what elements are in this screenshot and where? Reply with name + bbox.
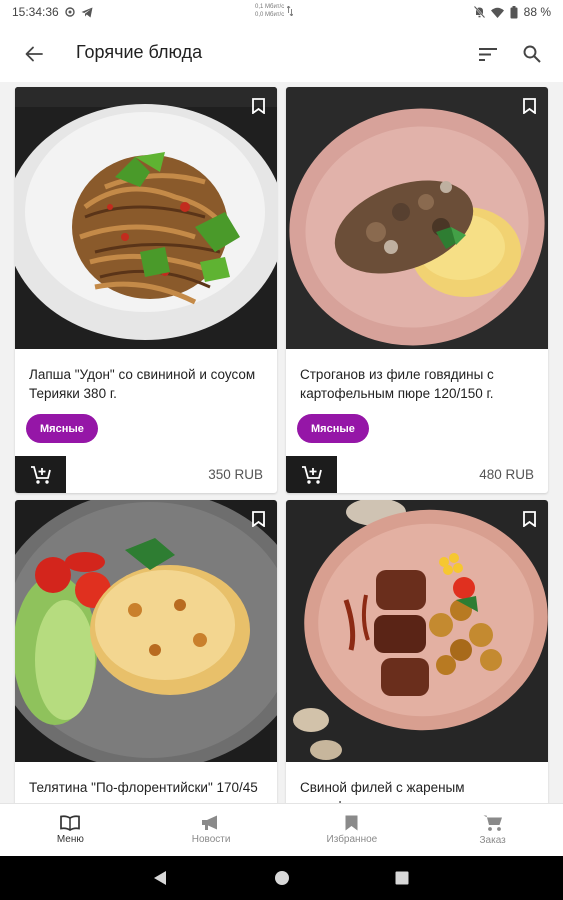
system-recents-button[interactable]	[392, 868, 412, 888]
product-title: Строганов из филе говядины с картофельны…	[300, 367, 494, 401]
bookmark-button[interactable]	[247, 508, 269, 530]
bookmark-icon	[522, 98, 536, 114]
wifi-icon	[490, 7, 504, 18]
telegram-icon	[81, 7, 93, 18]
product-image	[286, 500, 548, 762]
bookmark-icon	[251, 98, 265, 114]
system-navigation-bar	[0, 856, 563, 900]
bookmark-icon	[251, 511, 265, 527]
product-price: 480 RUB	[479, 467, 534, 482]
add-cart-icon	[301, 465, 322, 484]
sort-icon	[479, 47, 497, 61]
nav-order[interactable]: Заказ	[422, 804, 563, 856]
product-image	[15, 500, 277, 762]
status-bar: 15:34:36 0,1 Мбит/с 0,0 Мбит/с 88 %	[0, 0, 563, 24]
category-tag[interactable]: Мясные	[297, 414, 369, 443]
triangle-back-icon	[154, 871, 166, 885]
nav-label: Меню	[56, 834, 84, 845]
bookmark-button[interactable]	[518, 95, 540, 117]
circle-home-icon	[275, 871, 289, 885]
product-card[interactable]: Строганов из филе говядины с картофельны…	[286, 87, 548, 493]
nav-label: Новости	[191, 834, 231, 845]
sort-button[interactable]	[474, 40, 502, 68]
product-title: Лапша "Удон" со свининой и соусом Терияк…	[29, 367, 256, 401]
nav-label: Избранное	[326, 834, 378, 845]
add-to-cart-button[interactable]	[15, 456, 66, 493]
product-title: Телятина "По-флорентийски" 170/45 г.	[29, 780, 258, 803]
arrow-back-icon	[25, 46, 43, 62]
net-speed-up: 0,1 Мбит/с	[255, 4, 285, 10]
system-back-button[interactable]	[150, 868, 170, 888]
bottom-navigation: Меню Новости Избранное Заказ	[0, 803, 563, 856]
status-right: 88 %	[473, 5, 551, 19]
product-image	[15, 87, 277, 349]
search-icon	[523, 45, 541, 63]
add-cart-icon	[30, 465, 51, 484]
megaphone-icon	[202, 815, 218, 830]
book-icon	[60, 815, 81, 831]
app-bar: Горячие блюда	[0, 24, 563, 82]
net-speed-down: 0,0 Мбит/с	[255, 12, 285, 18]
nav-news[interactable]: Новости	[141, 804, 282, 856]
back-button[interactable]	[20, 40, 48, 68]
product-card[interactable]: Лапша "Удон" со свининой и соусом Терияк…	[15, 87, 277, 493]
product-title: Свиной филей с жареным картофелем	[300, 780, 465, 803]
network-speed: 0,1 Мбит/с 0,0 Мбит/с	[255, 3, 294, 19]
status-time: 15:34:36	[12, 5, 59, 19]
product-price: 350 RUB	[208, 467, 263, 482]
bookmark-icon	[345, 815, 358, 831]
product-image	[286, 87, 548, 349]
nav-menu[interactable]: Меню	[0, 804, 141, 856]
mute-icon	[473, 6, 485, 18]
add-to-cart-button[interactable]	[286, 456, 337, 493]
battery-level: 88 %	[523, 5, 551, 19]
search-button[interactable]	[518, 40, 546, 68]
product-card[interactable]: Свиной филей с жареным картофелем	[286, 500, 548, 803]
nav-favorites[interactable]: Избранное	[282, 804, 423, 856]
cart-icon	[483, 815, 502, 831]
bookmark-icon	[522, 511, 536, 527]
target-icon	[65, 7, 75, 17]
product-grid: Лапша "Удон" со свининой и соусом Терияк…	[0, 82, 563, 803]
bookmark-button[interactable]	[247, 95, 269, 117]
system-home-button[interactable]	[272, 868, 292, 888]
status-left: 15:34:36	[12, 5, 93, 19]
nav-label: Заказ	[479, 835, 506, 846]
bookmark-button[interactable]	[518, 508, 540, 530]
battery-icon	[510, 5, 518, 19]
product-card[interactable]: Телятина "По-флорентийски" 170/45 г.	[15, 500, 277, 803]
page-title: Горячие блюда	[76, 42, 203, 62]
square-recents-icon	[395, 871, 409, 885]
category-tag[interactable]: Мясные	[26, 414, 98, 443]
up-down-arrows-icon	[287, 6, 294, 16]
